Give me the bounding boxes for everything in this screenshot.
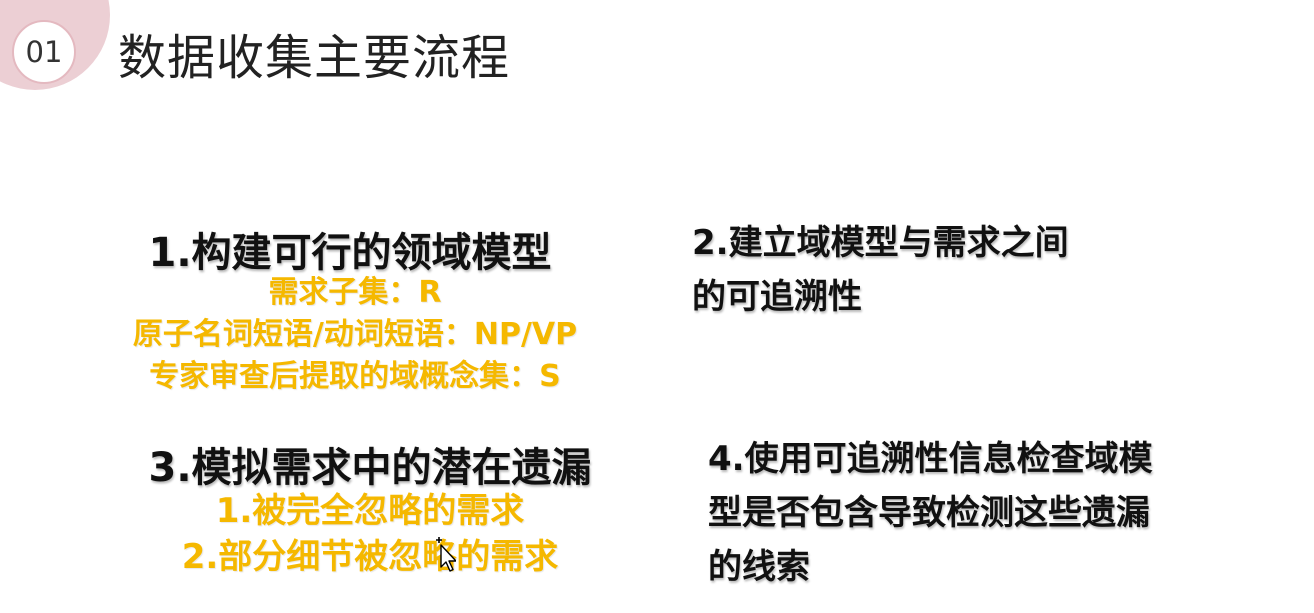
section-number-badge: 01: [12, 20, 76, 84]
step-1-item: 原子名词短语/动词短语：NP/VP: [132, 317, 578, 352]
step-3-heading: 3.模拟需求中的潜在遗漏: [148, 445, 592, 491]
step-1-item: 需求子集：R: [268, 275, 442, 310]
step-3-details: 1.被完全忽略的需求 2.部分细节被忽略的需求: [90, 488, 650, 580]
step-1-details: 需求子集：R 原子名词短语/动词短语：NP/VP 专家审查后提取的域概念集：S: [90, 272, 620, 398]
step-2-heading-line: 的可追溯性: [692, 277, 862, 317]
step-2-heading: 2.建立域模型与需求之间 的可追溯性: [692, 216, 1069, 324]
section-number: 01: [25, 35, 63, 69]
step-1-item: 专家审查后提取的域概念集：S: [149, 359, 561, 394]
slide-title: 数据收集主要流程: [118, 30, 511, 86]
step-1-heading: 1.构建可行的领域模型: [148, 230, 552, 276]
step-4-heading: 4.使用可追溯性信息检查域模 型是否包含导致检测这些遗漏 的线索: [708, 432, 1153, 594]
step-4-heading-line: 的线索: [708, 547, 810, 587]
step-4-heading-line: 型是否包含导致检测这些遗漏: [708, 493, 1150, 533]
mouse-pointer-icon: [436, 537, 456, 572]
step-2-heading-line: 2.建立域模型与需求之间: [692, 223, 1069, 263]
step-3-item: 2.部分细节被忽略的需求: [181, 537, 559, 577]
step-4-heading-line: 4.使用可追溯性信息检查域模: [708, 439, 1153, 479]
step-3-item: 1.被完全忽略的需求: [215, 491, 525, 531]
